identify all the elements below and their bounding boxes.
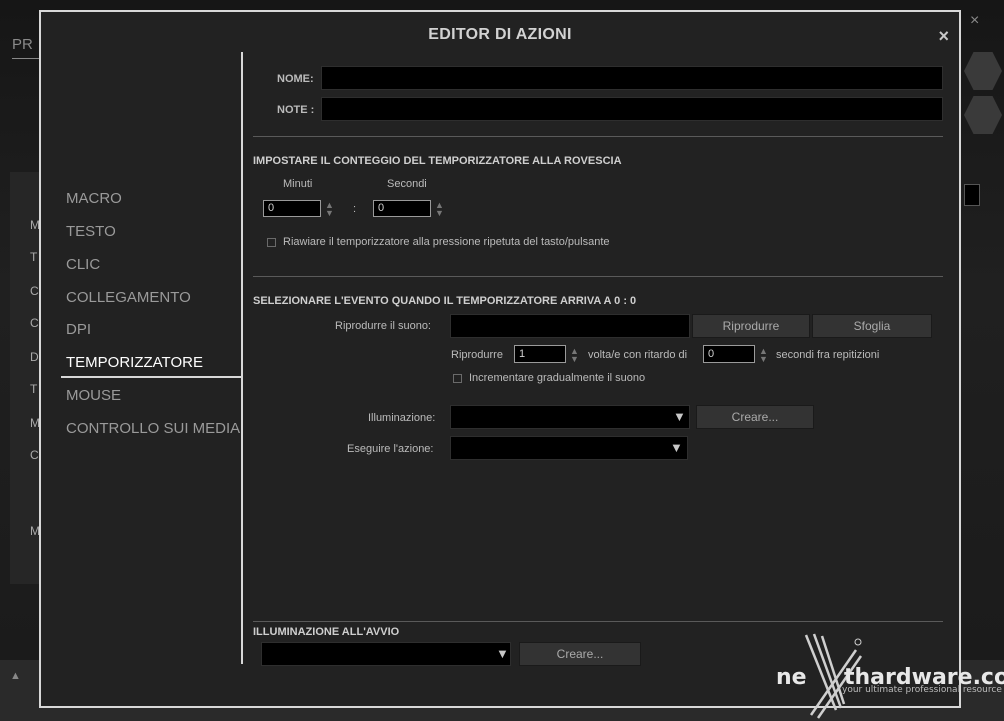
close-icon[interactable]: × — [938, 26, 949, 47]
action-editor-dialog: EDITOR DI AZIONI × MACRO TESTO CLIC COLL… — [39, 10, 961, 708]
note-input[interactable] — [321, 97, 943, 121]
lighting-label: Illuminazione: — [368, 412, 436, 424]
repeat-suffix-label: secondi fra repitizioni — [776, 349, 880, 361]
action-label: Eseguire l'azione: — [347, 443, 434, 455]
play-button[interactable]: Riprodurre — [692, 314, 810, 338]
background-tab[interactable]: PR — [12, 36, 33, 53]
countdown-section-title: IMPOSTARE IL CONTEGGIO DEL TEMPORIZZATOR… — [253, 155, 622, 167]
background-letter: T — [30, 382, 38, 396]
browse-button[interactable]: Sfoglia — [812, 314, 932, 338]
startup-lighting-title: ILLUMINAZIONE ALL'AVVIO — [253, 626, 400, 638]
background-tab-underline — [12, 58, 42, 59]
divider — [253, 136, 943, 137]
background-letter: T — [30, 250, 38, 264]
sidebar-item-controllo-sui-media[interactable]: CONTROLLO SUI MEDIA — [66, 420, 240, 437]
sidebar-item-macro[interactable]: MACRO — [66, 190, 122, 207]
repeat-prefix-label: Riprodurre — [451, 349, 503, 361]
sound-file-input[interactable] — [450, 314, 690, 338]
repeat-count-stepper[interactable]: ▲ ▼ — [570, 347, 579, 364]
scroll-up-icon[interactable]: ▲ — [10, 670, 21, 682]
background-close-icon[interactable]: × — [970, 12, 979, 30]
chevron-down-icon[interactable]: ▼ — [496, 646, 509, 661]
restart-checkbox[interactable] — [267, 238, 276, 247]
divider — [253, 621, 943, 622]
dialog-title: EDITOR DI AZIONI — [428, 26, 572, 43]
repeat-count-input[interactable]: 1 — [514, 345, 566, 363]
timer-editor-panel: NOME: NOTE : IMPOSTARE IL CONTEGGIO DEL … — [243, 52, 959, 672]
restart-label: Riawiare il temporizzatore alla pression… — [283, 236, 610, 248]
play-sound-label: Riprodurre il suono: — [335, 320, 431, 332]
background-panel — [10, 172, 40, 584]
chevron-down-icon[interactable]: ▼ — [670, 440, 683, 455]
seconds-label: Secondi — [387, 178, 427, 190]
sidebar-item-clic[interactable]: CLIC — [66, 256, 100, 273]
fade-in-checkbox[interactable] — [453, 374, 462, 383]
lighting-select[interactable] — [450, 405, 690, 429]
delay-input[interactable]: 0 — [703, 345, 755, 363]
fade-in-label: Incrementare gradualmente il suono — [469, 372, 646, 384]
minutes-stepper[interactable]: ▲ ▼ — [325, 201, 334, 218]
minutes-label: Minuti — [283, 178, 313, 190]
note-label: NOTE : — [277, 104, 315, 116]
sidebar-item-collegamento[interactable]: COLLEGAMENTO — [66, 289, 191, 306]
background-letter: C — [30, 284, 39, 298]
watermark-logo: ne thardware.com your ultimate professio… — [776, 630, 1004, 720]
seconds-stepper[interactable]: ▲ ▼ — [435, 201, 444, 218]
name-input[interactable] — [321, 66, 943, 90]
hexagon-icon — [964, 52, 1002, 90]
brand-tagline: your ultimate professional resource — [842, 685, 1002, 695]
time-separator: : — [353, 203, 357, 215]
background-letter: C — [30, 448, 39, 462]
repeat-middle-label: volta/e con ritardo di — [588, 349, 688, 361]
lighting-create-button[interactable]: Creare... — [696, 405, 814, 429]
sidebar-item-mouse[interactable]: MOUSE — [66, 387, 121, 404]
chevron-down-icon[interactable]: ▼ — [673, 409, 686, 424]
event-section-title: SELEZIONARE L'EVENTO QUANDO IL TEMPORIZZ… — [253, 295, 637, 307]
sidebar-item-testo[interactable]: TESTO — [66, 223, 116, 240]
startup-create-button[interactable]: Creare... — [519, 642, 641, 666]
brand-prefix: ne — [776, 665, 807, 690]
background-letter: C — [30, 316, 39, 330]
name-label: NOME: — [277, 73, 314, 85]
active-item-underline — [61, 376, 241, 378]
sidebar-item-dpi[interactable]: DPI — [66, 321, 91, 338]
delay-stepper[interactable]: ▲ ▼ — [759, 347, 768, 364]
background-letter: D — [30, 350, 39, 364]
background-field[interactable] — [964, 184, 980, 206]
seconds-input[interactable]: 0 — [373, 200, 431, 217]
minutes-input[interactable]: 0 — [263, 200, 321, 217]
divider — [253, 276, 943, 277]
hexagon-icon — [964, 96, 1002, 134]
startup-lighting-select[interactable] — [261, 642, 511, 666]
action-select[interactable] — [450, 436, 688, 460]
action-type-sidebar: MACRO TESTO CLIC COLLEGAMENTO DPI TEMPOR… — [41, 52, 241, 692]
sidebar-item-temporizzatore[interactable]: TEMPORIZZATORE — [66, 354, 203, 371]
